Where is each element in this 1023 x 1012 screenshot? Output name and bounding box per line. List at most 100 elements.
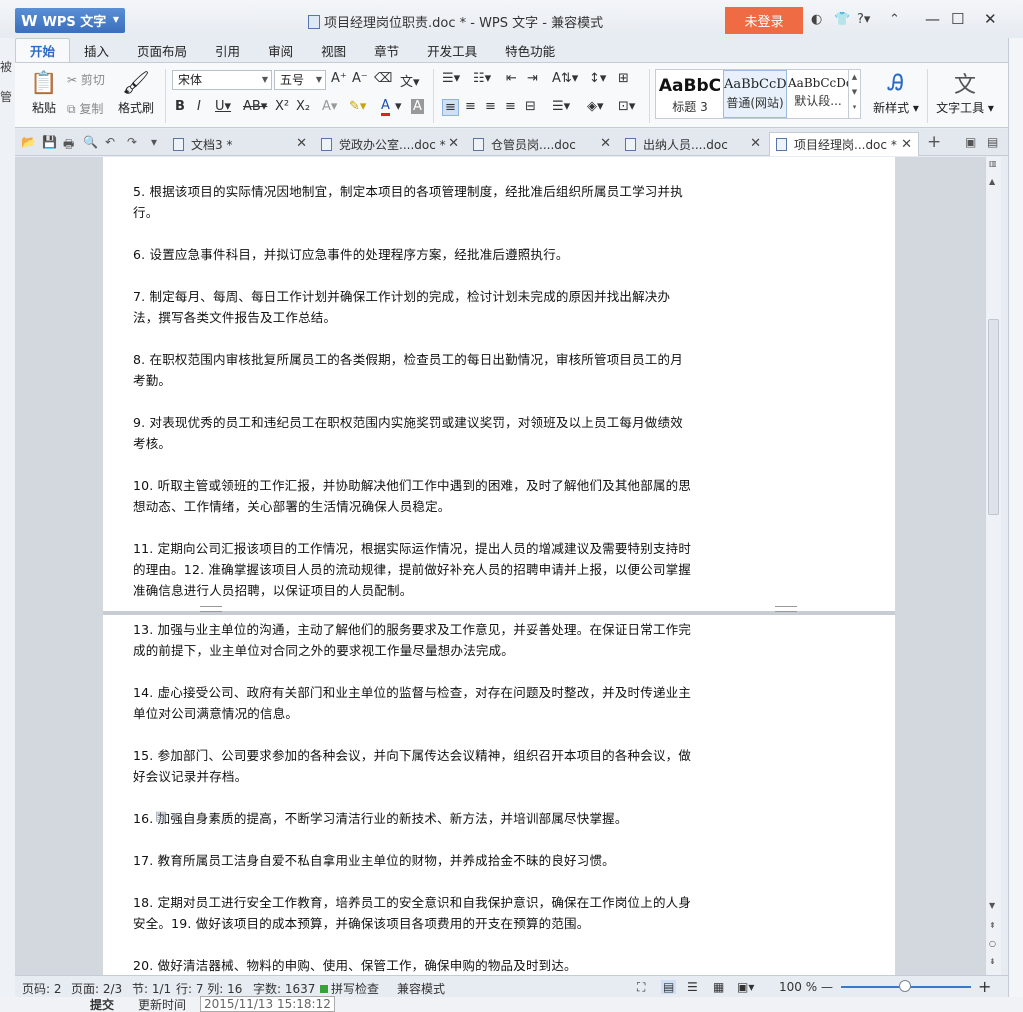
char-shading-icon[interactable]: A — [411, 99, 424, 114]
doc-tab[interactable]: 党政办公室....doc * ✕ — [315, 132, 465, 156]
paragraph[interactable]: 9. 对表现优秀的员工和违纪员工在职权范围内实施奖罚或建议奖罚，对领班及以上员工… — [133, 412, 693, 454]
spellcheck-button[interactable]: 拼写检查 — [320, 980, 379, 997]
increase-indent-icon[interactable]: ⇥ — [527, 71, 538, 86]
shading-icon[interactable]: ◈▾ — [587, 99, 604, 114]
open-folder-icon[interactable]: 📂 — [21, 135, 36, 149]
tab-menu-icon[interactable]: ▤ — [987, 135, 998, 149]
paragraph[interactable]: 6. 设置应急事件科目，并拟订应急事件的处理程序方案，经批准后遵照执行。 — [133, 244, 693, 265]
border-icon[interactable]: ⊡▾ — [618, 99, 635, 114]
status-pages[interactable]: 页面: 2/3 — [71, 980, 122, 997]
numbered-list-icon[interactable]: ☷▾ — [473, 71, 491, 86]
align-right-icon[interactable]: ≡ — [485, 99, 496, 114]
decrease-indent-icon[interactable]: ⇤ — [506, 71, 517, 86]
close-icon[interactable]: ✕ — [600, 136, 611, 151]
copy-button[interactable]: ⧉ 复制 — [67, 100, 103, 117]
print-icon[interactable]: 🖶 — [63, 135, 74, 156]
undo-icon[interactable]: ↶ — [105, 135, 115, 149]
paragraph[interactable]: 10. 听取主管或领班的工作汇报，并协助解决他们工作中遇到的困难，及时了解他们及… — [133, 475, 693, 517]
tab-chapter[interactable]: 章节 — [360, 38, 413, 62]
style-heading3[interactable]: AaBbC 标题 3 — [658, 70, 722, 118]
underline-icon[interactable]: U▾ — [215, 99, 231, 114]
paragraph-layout-icon[interactable]: ▤ ▾ — [155, 809, 178, 824]
bullet-list-icon[interactable]: ☰▾ — [442, 71, 460, 86]
print-preview-icon[interactable]: 🔍 — [83, 135, 98, 149]
format-painter-button[interactable]: 🖌 格式刷 — [115, 67, 157, 125]
clear-format-icon[interactable]: ⌫ — [374, 71, 392, 86]
paragraph[interactable]: 7. 制定每月、每周、每日工作计划并确保工作计划的完成，检讨计划未完成的原因并找… — [133, 286, 693, 328]
text-effect-icon[interactable]: A▾ — [322, 99, 337, 114]
paragraph[interactable]: 17. 教育所属员工洁身自爱不私自拿用业主单位的财物，并养成拾金不昧的良好习惯。 — [133, 850, 693, 871]
app-menu-button[interactable]: W WPS 文字 ▼ — [15, 8, 125, 33]
minimize-button[interactable]: — — [925, 10, 940, 28]
cut-button[interactable]: ✂ 剪切 — [67, 71, 105, 88]
redo-icon[interactable]: ↷ — [127, 135, 137, 149]
paragraph[interactable]: 15. 参加部门、公司要求参加的各种会议，并向下属传达会议精神，组织召开本项目的… — [133, 745, 693, 787]
subscript-icon[interactable]: X₂ — [296, 99, 310, 114]
update-time-field[interactable]: 2015/11/13 15:18:12 — [200, 996, 335, 1012]
align-left-icon[interactable]: ≡ — [442, 99, 459, 116]
font-size-select[interactable]: 五号 ▼ — [274, 70, 326, 90]
help-icon[interactable]: ?▾ — [857, 12, 870, 27]
tab-special-features[interactable]: 特色功能 — [491, 38, 569, 62]
style-default-paragraph[interactable]: AaBbCcDd 默认段... — [788, 70, 848, 118]
chevron-down-icon[interactable]: ▾ — [395, 99, 402, 114]
zoom-slider-knob[interactable] — [899, 980, 911, 992]
font-color-icon[interactable]: A — [381, 99, 390, 116]
select-browse-icon[interactable]: ○ — [989, 939, 996, 948]
sort-icon[interactable]: ↕▾ — [589, 71, 606, 86]
save-icon[interactable]: 💾 — [42, 135, 57, 149]
tab-home[interactable]: 开始 — [15, 38, 71, 62]
web-view-icon[interactable]: ▦ — [713, 980, 724, 994]
fullscreen-icon[interactable]: ⛶ — [637, 980, 645, 995]
paragraph[interactable]: 16. 加强自身素质的提高，不断学习清洁行业的新技术、新方法，并培训部属尽快掌握… — [133, 808, 693, 829]
zoom-in-icon[interactable]: + — [978, 977, 991, 996]
doc-tab-active[interactable]: 项目经理岗...doc * ✕ — [769, 132, 919, 156]
grow-font-icon[interactable]: A⁺ — [331, 71, 347, 86]
paragraph[interactable]: 5. 根据该项目的实际情况因地制宜，制定本项目的各项管理制度，经批准后组织所属员… — [133, 181, 693, 223]
table-borders-icon[interactable]: ⊞ — [618, 71, 629, 86]
phonetic-icon[interactable]: 文▾ — [400, 71, 420, 90]
close-button[interactable]: ✕ — [984, 10, 997, 28]
justify-icon[interactable]: ≡ — [505, 99, 516, 114]
bold-icon[interactable]: B — [175, 99, 185, 114]
close-icon[interactable]: ✕ — [448, 136, 459, 151]
shirt-icon[interactable]: 👕 — [834, 12, 850, 27]
scroll-down-icon[interactable]: ▼ — [989, 901, 995, 910]
chinese-layout-icon[interactable]: A⇅▾ — [552, 71, 578, 86]
vertical-scrollbar[interactable]: ▥ ▲ ▼ ⇞ ○ ⇟ — [985, 157, 1001, 975]
document-area[interactable]: 5. 根据该项目的实际情况因地制宜，制定本项目的各项管理制度，经批准后组织所属员… — [15, 157, 985, 975]
maximize-button[interactable]: ☐ — [951, 10, 964, 28]
highlight-icon[interactable]: ✎▾ — [349, 99, 366, 114]
page-view-icon[interactable]: ▤ — [661, 980, 677, 994]
zoom-out-icon[interactable]: — — [821, 980, 833, 994]
outline-view-icon[interactable]: ☰ — [687, 980, 698, 994]
tab-review[interactable]: 审阅 — [254, 38, 307, 62]
new-tab-icon[interactable]: + — [927, 132, 941, 152]
tab-list-icon[interactable]: ▣ — [965, 135, 976, 149]
tab-view[interactable]: 视图 — [307, 38, 360, 62]
shrink-font-icon[interactable]: A⁻ — [352, 71, 368, 86]
line-spacing-icon[interactable]: ☰▾ — [552, 99, 570, 114]
close-icon[interactable]: ✕ — [750, 136, 761, 151]
skin-icon[interactable]: ◐ — [811, 12, 822, 27]
paragraph[interactable]: 13. 加强与业主单位的沟通，主动了解他们的服务要求及工作意见，并妥善处理。在保… — [133, 619, 693, 661]
paragraph[interactable]: 8. 在职权范围内审核批复所属员工的各类假期，检查员工的每日出勤情况，审核所管项… — [133, 349, 693, 391]
paragraph[interactable]: 11. 定期向公司汇报该项目的工作情况，根据实际运作情况，提出人员的增减建议及需… — [133, 538, 693, 601]
reading-view-icon[interactable]: ▣▾ — [737, 980, 754, 994]
scroll-up-icon[interactable]: ▲ — [989, 177, 995, 186]
chevron-down-icon[interactable]: ▾ — [151, 135, 157, 149]
next-page-icon[interactable]: ⇟ — [989, 957, 996, 966]
close-icon[interactable]: ✕ — [296, 136, 307, 151]
text-tools-button[interactable]: 文 文字工具 ▾ — [933, 67, 997, 125]
close-icon[interactable]: ✕ — [901, 137, 912, 152]
style-gallery-scroll[interactable]: ▲ ▼ ▾ — [848, 70, 860, 118]
prev-page-icon[interactable]: ⇞ — [989, 921, 996, 930]
doc-tab[interactable]: 出纳人员....doc ✕ — [619, 132, 767, 156]
italic-icon[interactable]: I — [197, 99, 201, 114]
strikethrough-icon[interactable]: AB▾ — [243, 99, 267, 114]
paragraph[interactable]: 14. 虚心接受公司、政府有关部门和业主单位的监督与检查，对存在问题及时整改，并… — [133, 682, 693, 724]
distributed-icon[interactable]: ⊟ — [525, 99, 536, 114]
split-icon[interactable]: ▥ — [989, 159, 997, 168]
paragraph[interactable]: 20. 做好清洁器械、物料的申购、使用、保管工作，确保申购的物品及时到达。 — [133, 955, 693, 975]
tab-insert[interactable]: 插入 — [70, 38, 123, 62]
